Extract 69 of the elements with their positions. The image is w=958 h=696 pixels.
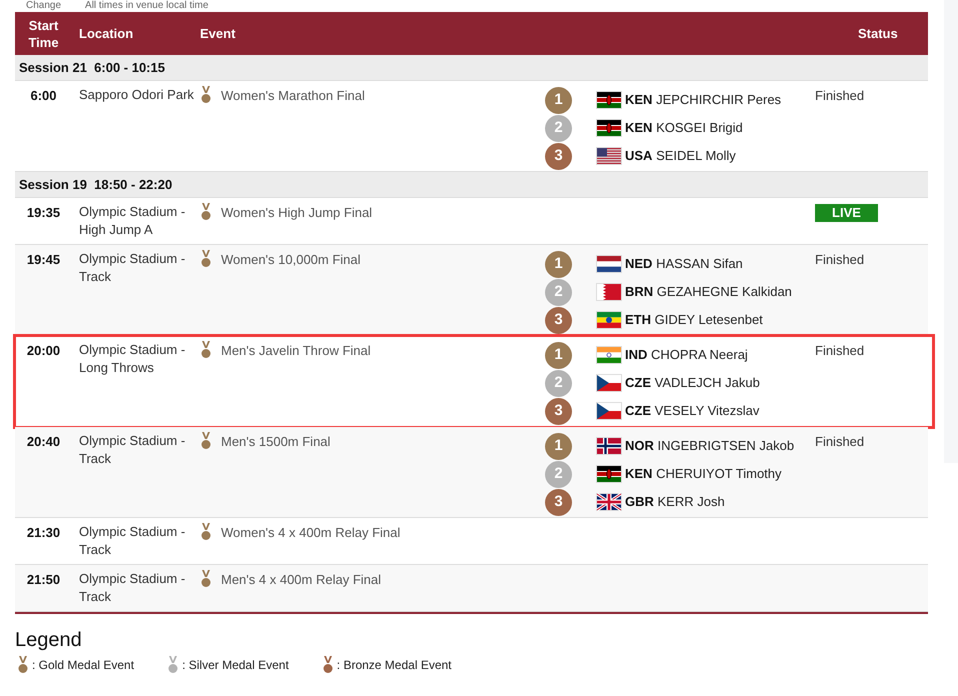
column-header: Status xyxy=(858,24,899,43)
start-time: 19:45 xyxy=(26,251,62,269)
athlete-name[interactable]: CZE VADLEJCH Jakub xyxy=(625,373,760,393)
location-text: Olympic Stadium - Long Throws xyxy=(78,341,186,377)
column-header: Location xyxy=(78,24,134,43)
medal-icon xyxy=(201,250,211,268)
event-link[interactable]: Women's 10,000m Final xyxy=(221,250,361,334)
location-text: Olympic Stadium - Track xyxy=(78,523,186,559)
medal-place-icon: 3 xyxy=(545,306,572,334)
location-text: Olympic Stadium - High Jump A xyxy=(78,203,186,239)
start-time: 21:50 xyxy=(26,571,62,589)
status-text: Finished xyxy=(815,343,864,358)
event-link[interactable]: Men's 1500m Final xyxy=(221,432,330,516)
legend-label: : Gold Medal Event xyxy=(32,657,134,674)
event-link[interactable]: Women's High Jump Final xyxy=(221,203,372,239)
status-text: Finished xyxy=(815,434,864,449)
medal-place-icon: 3 xyxy=(545,142,572,170)
session-header: Session 21 6:00 - 10:15 xyxy=(15,55,928,81)
medal-place-icon: 1 xyxy=(545,86,572,114)
location-text: Olympic Stadium - Track xyxy=(78,432,186,468)
athlete-name[interactable]: KEN JEPCHIRCHIR Peres xyxy=(625,90,782,110)
medal-place-icon: 2 xyxy=(545,278,572,306)
start-time: 20:00 xyxy=(26,342,62,360)
event-link[interactable]: Women's 4 x 400m Relay Final xyxy=(221,523,400,559)
start-time: 6:00 xyxy=(29,87,58,105)
legend-title: Legend xyxy=(15,628,83,652)
medal-icon xyxy=(201,203,211,221)
column-header: Start Time xyxy=(27,16,60,50)
athlete-name[interactable]: KEN KOSGEI Brigid xyxy=(625,118,743,138)
column-header: Event xyxy=(200,24,236,43)
location-text: Olympic Stadium - Track xyxy=(78,570,186,606)
athlete-name[interactable]: IND CHOPRA Neeraj xyxy=(625,345,748,365)
location-text: Olympic Stadium - Track xyxy=(78,250,186,286)
event-link[interactable]: Men's Javelin Throw Final xyxy=(221,341,371,425)
status-text: Finished xyxy=(815,252,864,267)
medal-icon xyxy=(201,570,211,588)
athlete-name[interactable]: BRN GEZAHEGNE Kalkidan xyxy=(625,282,792,302)
medal-place-icon: 2 xyxy=(545,114,572,142)
event-link[interactable]: Men's 4 x 400m Relay Final xyxy=(221,570,381,606)
medal-place-icon: 2 xyxy=(545,460,572,488)
live-badge: LIVE xyxy=(815,204,878,222)
medal-place-icon: 3 xyxy=(545,488,572,516)
medal-place-icon: 1 xyxy=(545,250,572,278)
athlete-name[interactable]: USA SEIDEL Molly xyxy=(625,146,736,166)
change-link[interactable]: Change xyxy=(26,0,62,12)
medal-icon xyxy=(201,86,211,104)
session-header: Session 19 18:50 - 22:20 xyxy=(15,172,928,198)
start-time: 20:40 xyxy=(26,433,62,451)
athlete-name[interactable]: NOR INGEBRIGTSEN Jakob xyxy=(625,436,794,456)
location-text: Sapporo Odori Park xyxy=(78,86,195,104)
athlete-name[interactable]: GBR KERR Josh xyxy=(625,492,725,512)
athlete-name[interactable]: ETH GIDEY Letesenbet xyxy=(625,310,763,330)
legend-label: : Silver Medal Event xyxy=(182,657,289,674)
medal-place-icon: 1 xyxy=(545,342,572,368)
start-time: 21:30 xyxy=(26,524,62,542)
medal-place-icon: 3 xyxy=(545,398,572,424)
athlete-name[interactable]: NED HASSAN Sifan xyxy=(625,254,743,274)
status-text: Finished xyxy=(815,88,864,103)
medal-place-icon: 2 xyxy=(545,370,572,396)
start-time: 19:35 xyxy=(26,204,62,222)
medal-icon xyxy=(201,432,211,450)
athlete-name[interactable]: CZE VESELY Vitezslav xyxy=(625,401,760,421)
timezone-note: All times in venue local time xyxy=(85,0,208,12)
medal-place-icon: 1 xyxy=(545,432,572,460)
medal-icon xyxy=(201,341,211,359)
medal-icon xyxy=(201,523,211,541)
legend-label: : Bronze Medal Event xyxy=(336,657,452,674)
athlete-name[interactable]: KEN CHERUIYOT Timothy xyxy=(625,464,782,484)
event-link[interactable]: Women's Marathon Final xyxy=(221,86,365,170)
